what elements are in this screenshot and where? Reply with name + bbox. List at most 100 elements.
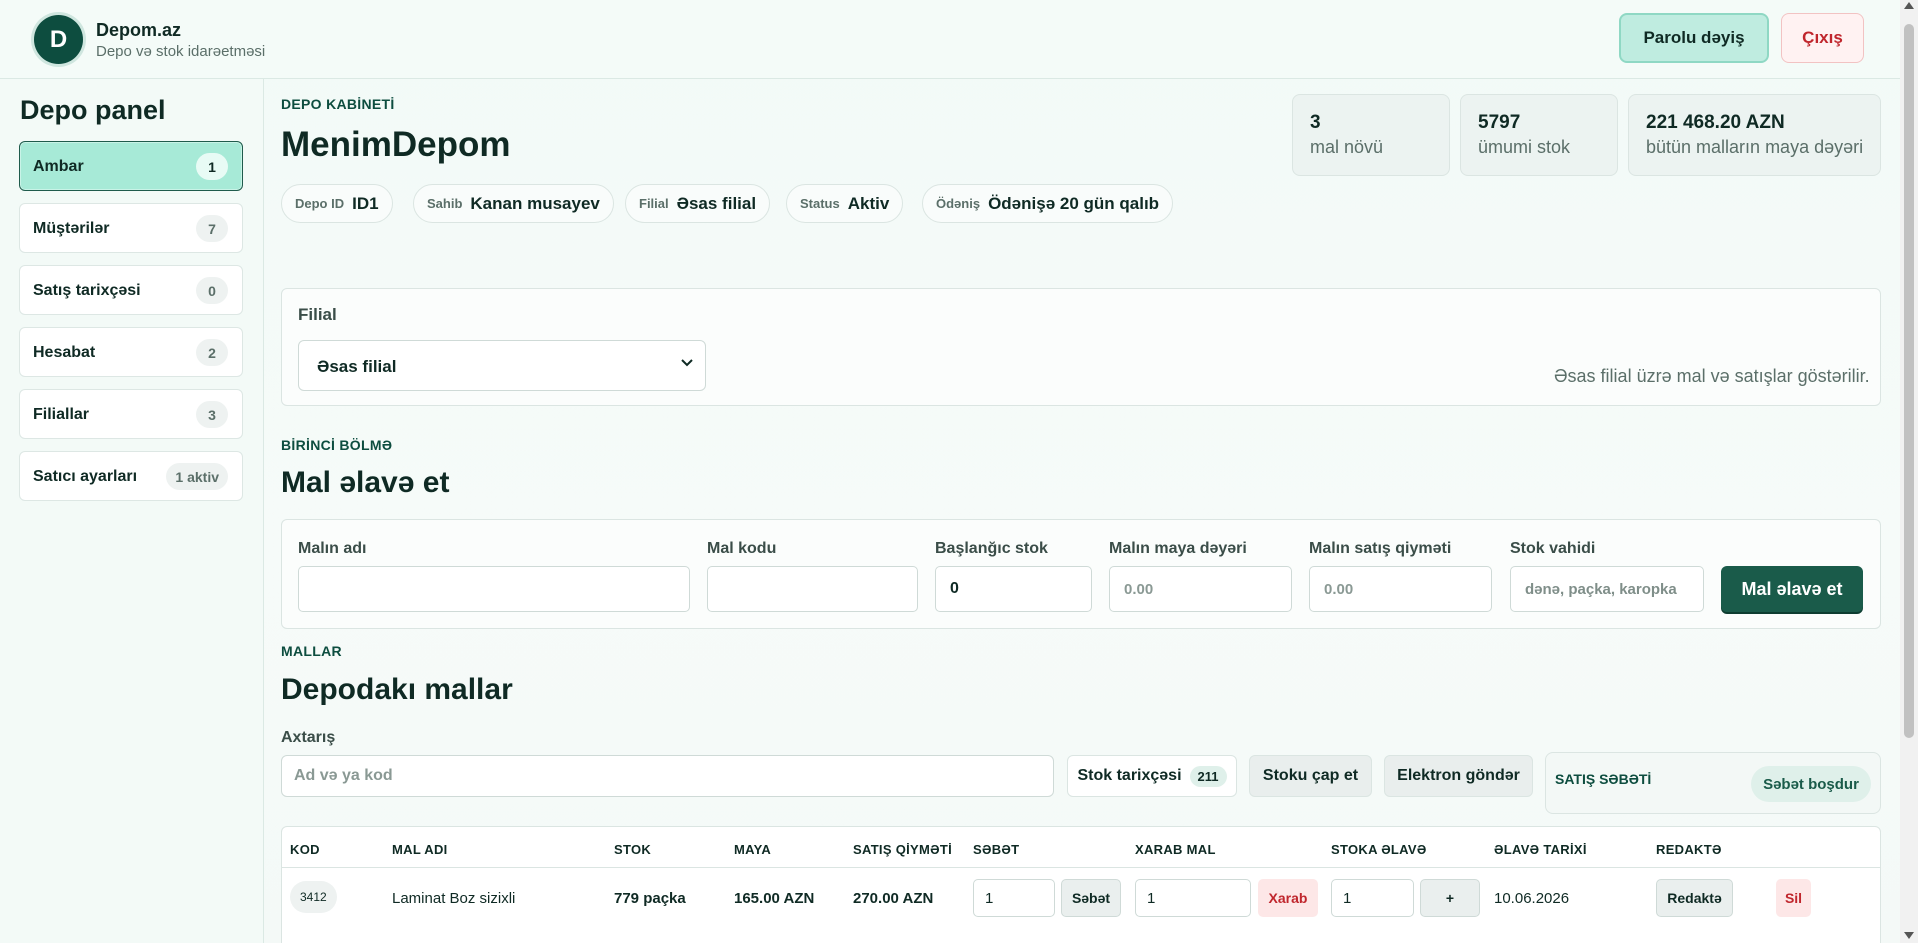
stat-label: mal növü	[1310, 137, 1384, 157]
product-search-input[interactable]: Ad və ya kod	[281, 755, 1054, 797]
add-section-title: Mal əlavə et	[281, 466, 450, 499]
branch-select-value: Əsas filial	[317, 357, 397, 376]
cost-field-label: Malın maya dəyəri	[1109, 540, 1247, 557]
scroll-down-arrow-icon[interactable]	[1904, 932, 1914, 939]
add-section-eyebrow: BİRİNCİ BÖLMƏ	[281, 437, 393, 453]
sidebar-item-badge: 1	[196, 153, 228, 180]
change-password-button[interactable]: Parolu dəyiş	[1619, 13, 1769, 63]
cost-input[interactable]: 0.00	[1109, 566, 1292, 612]
chip-value: Ödənişə 20 gün qalıb	[988, 193, 1160, 213]
stat-total-stock: 5797 ümumi stok	[1460, 94, 1618, 176]
column-header: SƏBƏT	[973, 842, 1020, 857]
page-scrollbar[interactable]	[1900, 0, 1918, 943]
chip-key: Ödəniş	[936, 196, 981, 211]
chip-key: Depo ID	[295, 196, 345, 211]
column-header: MAL ADI	[392, 842, 448, 857]
products-table: KOD MAL ADI STOK MAYA SATIŞ QİYMƏTİ SƏBƏ…	[281, 826, 1881, 943]
code-field-label: Mal kodu	[707, 540, 777, 557]
product-name-input[interactable]	[298, 566, 690, 612]
column-header: SATIŞ QİYMƏTİ	[853, 842, 953, 857]
add-to-cart-button[interactable]: Səbət	[1061, 879, 1121, 917]
owner-chip: Sahib Kanan musayev	[413, 184, 614, 223]
sidebar-item-label: Satış tarixçəsi	[33, 282, 141, 299]
mark-damaged-button[interactable]: Xarab	[1258, 879, 1318, 917]
scroll-thumb[interactable]	[1904, 24, 1914, 738]
stat-total-cost: 221 468.20 AZN bütün malların maya dəyər…	[1628, 94, 1881, 176]
sidebar-item-label: Satıcı ayarları	[33, 468, 138, 485]
logout-button[interactable]: Çıxış	[1781, 13, 1864, 63]
edit-button[interactable]: Redaktə	[1656, 879, 1733, 917]
sidebar-item-customers[interactable]: Müştərilər 7	[19, 203, 243, 253]
stat-value: 5797	[1478, 112, 1521, 133]
brand-subtitle: Depo və stok idarəetməsi	[96, 43, 266, 60]
price-input[interactable]: 0.00	[1309, 566, 1492, 612]
initial-stock-input[interactable]: 0	[935, 566, 1092, 612]
product-name: Laminat Boz sizixli	[392, 890, 516, 907]
sidebar-item-badge: 2	[196, 339, 228, 366]
column-header: STOKA ƏLAVƏ	[1331, 842, 1427, 857]
brand-logo: D	[34, 15, 83, 64]
top-header: D Depom.az Depo və stok idarəetməsi Paro…	[0, 0, 1900, 79]
search-label: Axtarış	[281, 729, 336, 746]
stock-unit-input[interactable]: dənə, paçka, karopka	[1510, 566, 1704, 612]
stat-label: ümumi stok	[1478, 137, 1571, 157]
cart-qty-input[interactable]: 1	[973, 879, 1055, 917]
stat-label: bütün malların maya dəyəri	[1646, 137, 1864, 157]
branch-chip: Filial Əsas filial	[625, 184, 771, 223]
stat-product-types: 3 mal növü	[1292, 94, 1450, 176]
sidebar-item-label: Ambar	[33, 158, 84, 175]
sidebar-item-ambar[interactable]: Ambar 1	[19, 141, 243, 191]
status-chip: Status Aktiv	[786, 184, 904, 223]
sidebar-item-badge: 7	[196, 215, 228, 242]
sidebar-item-branches[interactable]: Filiallar 3	[19, 389, 243, 439]
added-date: 10.06.2026	[1494, 890, 1570, 907]
chip-value: Əsas filial	[676, 193, 757, 213]
column-header: STOK	[614, 842, 652, 857]
sidebar-item-seller-settings[interactable]: Satıcı ayarları 1 aktiv	[19, 451, 243, 501]
product-code: 3412	[290, 881, 337, 913]
sidebar-item-label: Müştərilər	[33, 220, 110, 237]
products-eyebrow: MALLAR	[281, 643, 342, 659]
sidebar-item-label: Filiallar	[33, 406, 90, 423]
add-stock-button[interactable]: +	[1420, 879, 1480, 917]
stock-history-button[interactable]: Stok tarixçəsi 211	[1067, 755, 1237, 797]
product-price: 270.00 AZN	[853, 890, 934, 907]
column-header: ƏLAVƏ TARİXİ	[1494, 842, 1587, 857]
branch-select[interactable]: Əsas filial	[298, 340, 706, 391]
print-stock-button[interactable]: Stoku çap et	[1249, 755, 1372, 797]
stock-history-label: Stok tarixçəsi	[1077, 767, 1182, 784]
column-header: REDAKTƏ	[1656, 842, 1722, 857]
unit-field-label: Stok vahidi	[1510, 540, 1596, 557]
sales-cart: SATIŞ SƏBƏTİ Səbət boşdur	[1545, 752, 1881, 814]
add-product-button[interactable]: Mal əlavə et	[1721, 566, 1863, 612]
delete-button[interactable]: Sil	[1776, 879, 1811, 917]
sidebar-item-badge: 1 aktiv	[166, 463, 228, 490]
sidebar-item-report[interactable]: Hesabat 2	[19, 327, 243, 377]
product-cost: 165.00 AZN	[734, 890, 815, 907]
cart-empty-button[interactable]: Səbət boşdur	[1751, 766, 1871, 802]
sidebar-item-badge: 0	[196, 277, 228, 304]
cabinet-eyebrow: DEPO KABİNETİ	[281, 96, 395, 112]
chip-key: Sahib	[427, 196, 463, 211]
chip-key: Status	[800, 196, 840, 211]
send-email-button[interactable]: Elektron göndər	[1384, 755, 1533, 797]
price-field-label: Malın satış qiyməti	[1309, 540, 1452, 557]
scroll-up-arrow-icon[interactable]	[1904, 2, 1914, 9]
sidebar: Depo panel Ambar 1 Müştərilər 7 Satış ta…	[0, 79, 264, 943]
name-field-label: Malın adı	[298, 540, 367, 557]
product-code-input[interactable]	[707, 566, 918, 612]
stat-value: 221 468.20 AZN	[1646, 112, 1785, 133]
damaged-qty-input[interactable]: 1	[1135, 879, 1251, 917]
payment-chip: Ödəniş Ödənişə 20 gün qalıb	[922, 184, 1174, 223]
page-title: MenimDepom	[281, 125, 511, 164]
sidebar-title: Depo panel	[20, 95, 166, 125]
column-header: MAYA	[734, 842, 772, 857]
chip-key: Filial	[639, 196, 669, 211]
chip-value: Kanan musayev	[470, 193, 600, 213]
sidebar-item-sales-history[interactable]: Satış tarixçəsi 0	[19, 265, 243, 315]
chip-value: Aktiv	[847, 193, 890, 213]
add-stock-qty-input[interactable]: 1	[1331, 879, 1414, 917]
sidebar-item-badge: 3	[196, 401, 228, 428]
chevron-down-icon	[681, 359, 693, 367]
column-header: XARAB MAL	[1135, 842, 1216, 857]
